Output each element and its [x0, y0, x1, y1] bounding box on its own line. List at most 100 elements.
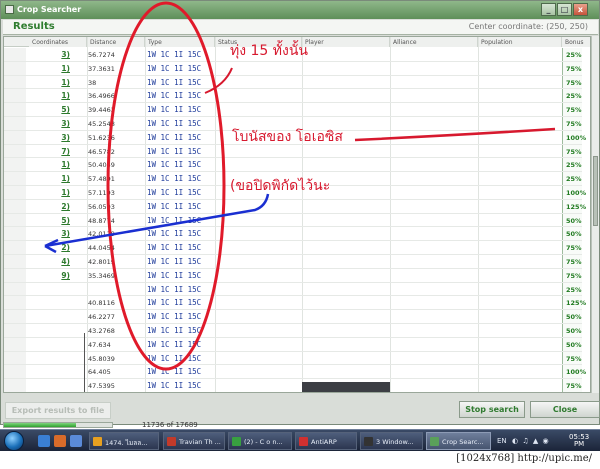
coordinates-link[interactable]: 1)	[32, 64, 70, 73]
progress-fill	[4, 423, 76, 427]
maximize-button[interactable]: □	[557, 3, 572, 16]
task-label: Travian Th ...	[179, 438, 221, 446]
clock-ampm: PM	[573, 440, 585, 448]
table-row[interactable]: 1W 1C 1I 15C 25%	[4, 283, 582, 297]
export-results-button[interactable]: Export results to file	[5, 402, 111, 419]
table-row[interactable]: 40.8116 1W 1C 1I 15C 125%	[4, 296, 586, 311]
close-window-button[interactable]: x	[573, 3, 588, 16]
coordinates-link[interactable]: 4)	[32, 257, 70, 266]
table-row[interactable]: 47.5395 1W 1C 1I 15C 75%	[4, 379, 582, 392]
column-header-status[interactable]: Status	[215, 37, 302, 47]
table-row[interactable]: 2) 56.0593 1W 1C 1I 15C 125%	[4, 200, 586, 214]
vertical-scrollbar[interactable]	[591, 36, 599, 393]
taskbar-task[interactable]: (2) - C o n...	[228, 432, 292, 450]
table-row[interactable]: 7) 46.5782 1W 1C 1I 15C 75%	[4, 145, 582, 159]
table-row[interactable]: 3) 45.2548 1W 1C 1I 15C 75%	[4, 117, 582, 131]
coordinates-link[interactable]: 1)	[32, 91, 70, 100]
table-row[interactable]: 1) 57.4891 1W 1C 1I 15C 25%	[4, 172, 582, 186]
task-label: 1474. ไมลล...	[105, 439, 148, 447]
distance-cell: 57.1193	[88, 189, 115, 197]
table-row[interactable]: 5) 48.8774 1W 1C 1I 15C 50%	[4, 214, 582, 228]
table-row[interactable]: 3) 42.0119 1W 1C 1I 15C 50%	[4, 227, 582, 242]
coordinates-link[interactable]: 9)	[32, 271, 70, 280]
task-app-icon	[93, 437, 102, 446]
coordinates-link[interactable]: 1)	[32, 160, 70, 169]
table-row[interactable]: 1) 38 1W 1C 1I 15C 75%	[4, 76, 582, 90]
desktop-icon[interactable]	[70, 435, 82, 447]
distance-cell: 56.0593	[88, 202, 115, 211]
type-cell: 1W 1C 1I 15C	[147, 243, 202, 253]
bonus-cell: 50%	[566, 313, 582, 322]
table-row[interactable]: 9) 35.3469 1W 1C 1I 15C 75%	[4, 269, 582, 283]
column-header-player[interactable]: Player	[302, 37, 390, 47]
selected-cell[interactable]	[302, 382, 390, 392]
coordinates-link[interactable]: 2)	[32, 202, 70, 211]
table-row[interactable]: 3) 56.7274 1W 1C 1I 15C 25%	[4, 48, 582, 62]
coordinates-link[interactable]: 2)	[32, 243, 70, 252]
close-button[interactable]: Close	[530, 401, 600, 418]
table-row[interactable]: 1) 50.4059 1W 1C 1I 15C 25%	[4, 158, 582, 173]
task-app-icon	[430, 437, 439, 446]
media-icon[interactable]	[54, 435, 66, 447]
table-row[interactable]: 1) 37.3631 1W 1C 1I 15C 75%	[4, 62, 582, 76]
coordinates-link[interactable]: 3)	[32, 133, 70, 142]
crop-searcher-window: Crop Searcher _ □ x Results Center coord…	[0, 0, 600, 429]
image-caption: [1024x768] http://upic.me/	[456, 453, 592, 464]
bonus-cell: 75%	[566, 244, 582, 253]
column-header-bonus[interactable]: Bonus	[562, 37, 590, 47]
bonus-cell: 100%	[566, 368, 587, 377]
search-progress-bar	[3, 422, 113, 428]
taskbar-task[interactable]: 1474. ไมลล...	[89, 432, 159, 450]
type-cell: 1W 1C 1I 15C	[147, 160, 202, 170]
start-button[interactable]	[4, 431, 24, 451]
coordinates-link[interactable]: 1)	[32, 174, 70, 183]
coordinates-link[interactable]: 3)	[32, 119, 70, 128]
coordinates-link[interactable]: 3)	[32, 229, 70, 238]
coordinates-link[interactable]: 5)	[32, 105, 70, 114]
type-cell: 1W 1C 1I 15C	[147, 229, 202, 239]
distance-cell: 43.2768	[88, 327, 115, 335]
table-row[interactable]: 47.634 1W 1C 1I 15C 50%	[4, 338, 582, 352]
window-titlebar[interactable]: Crop Searcher _ □ x	[1, 1, 599, 19]
table-row[interactable]: 1) 57.1193 1W 1C 1I 15C 100%	[4, 186, 586, 200]
task-label: 3 Window...	[376, 438, 414, 446]
table-row[interactable]: 2) 44.0454 1W 1C 1I 15C 75%	[4, 241, 582, 255]
table-row[interactable]: 45.8039 1W 1C 1I 15C 75%	[4, 352, 582, 366]
coordinates-link[interactable]: 5)	[32, 216, 70, 225]
table-row[interactable]: 5) 39.4462 1W 1C 1I 15C 75%	[4, 103, 582, 117]
column-header-alliance[interactable]: Alliance	[390, 37, 478, 47]
app-icon	[5, 5, 14, 14]
grid-header: Coordinates Distance Type Status Player …	[4, 37, 590, 47]
taskbar: 1474. ไมลล... Travian Th ... (2) - C o n..…	[0, 429, 600, 451]
tray-icons[interactable]: ◐ ♫ ▲ ◉	[512, 437, 550, 445]
taskbar-task[interactable]: 3 Window...	[360, 432, 423, 450]
table-row[interactable]: 4) 42.8019 1W 1C 1I 15C 75%	[4, 255, 582, 269]
language-indicator[interactable]: EN	[497, 437, 507, 445]
minimize-button[interactable]: _	[541, 3, 556, 16]
table-row[interactable]: 1) 36.4966 1W 1C 1I 15C 25%	[4, 89, 582, 104]
bonus-cell: 75%	[566, 271, 582, 280]
column-header-coordinates[interactable]: Coordinates	[29, 37, 87, 47]
column-header-population[interactable]: Population	[478, 37, 562, 47]
taskbar-task[interactable]: Crop Searc...	[426, 432, 491, 450]
table-row[interactable]: 3) 51.6236 1W 1C 1I 15C 100%	[4, 131, 586, 145]
type-cell: 1W 1C 1I 15C	[147, 298, 202, 308]
column-header-distance[interactable]: Distance	[87, 37, 145, 47]
coordinates-link[interactable]: 1)	[32, 78, 70, 87]
coordinates-link[interactable]: 1)	[32, 188, 70, 197]
stop-search-button[interactable]: Stop search	[459, 401, 525, 418]
task-label: (2) - C o n...	[244, 438, 283, 446]
table-row[interactable]: 46.2277 1W 1C 1I 15C 50%	[4, 310, 582, 324]
taskbar-task[interactable]: Travian Th ...	[163, 432, 225, 450]
table-row[interactable]: 64.405 1W 1C 1I 15C 100%	[4, 365, 586, 380]
table-row[interactable]: 43.2768 1W 1C 1I 15C 50%	[4, 324, 582, 338]
ie-icon[interactable]	[38, 435, 50, 447]
scrollbar-thumb[interactable]	[593, 156, 598, 226]
column-header-type[interactable]: Type	[145, 37, 215, 47]
clock[interactable]: 05:53 PM	[569, 434, 589, 448]
coordinates-link[interactable]: 7)	[32, 147, 70, 156]
bonus-cell: 100%	[566, 133, 587, 142]
taskbar-task[interactable]: AntiARP	[295, 432, 357, 450]
task-app-icon	[167, 437, 176, 446]
coordinates-link[interactable]: 3)	[32, 50, 70, 59]
